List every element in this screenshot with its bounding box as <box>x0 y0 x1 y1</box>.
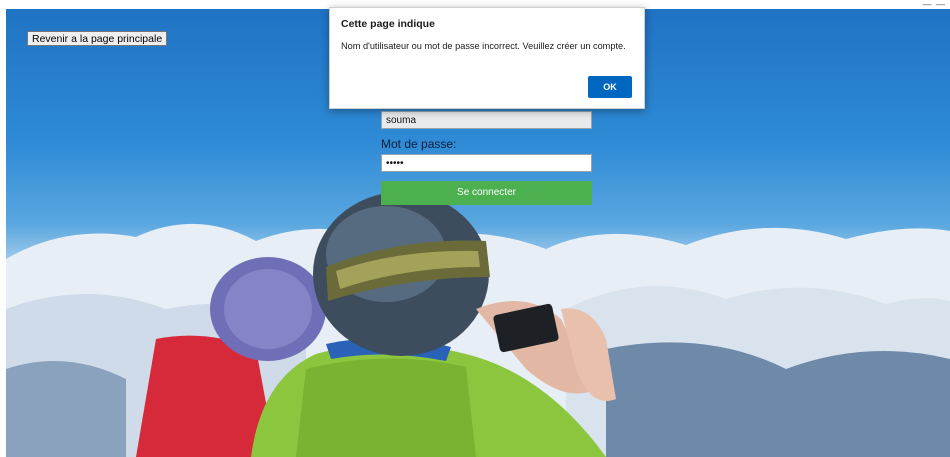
password-label: Mot de passe: <box>381 137 457 151</box>
alert-dialog: Cette page indique Nom d'utilisateur ou … <box>329 7 645 109</box>
dialog-title: Cette page indique <box>341 18 435 30</box>
window-controls-icon[interactable]: — — <box>922 0 946 9</box>
dialog-message: Nom d'utilisateur ou mot de passe incorr… <box>341 41 626 51</box>
password-input[interactable]: ••••• <box>381 154 592 172</box>
username-input[interactable]: souma <box>381 111 592 129</box>
login-submit-button[interactable]: Se connecter <box>381 181 592 205</box>
login-page: — — Revenir a la page principale souma M… <box>0 0 950 457</box>
back-to-home-button[interactable]: Revenir a la page principale <box>27 31 168 46</box>
dialog-ok-button[interactable]: OK <box>588 76 632 98</box>
